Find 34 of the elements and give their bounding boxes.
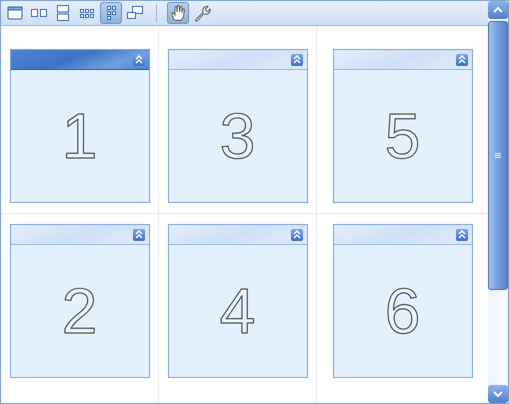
double-chevron-up-icon xyxy=(134,230,142,239)
panel-number: 2 xyxy=(62,279,98,343)
scroll-up-button[interactable] xyxy=(488,1,508,19)
panel-header[interactable] xyxy=(168,225,306,245)
collapse-button[interactable] xyxy=(290,228,302,240)
vertical-scrollbar[interactable] xyxy=(488,1,508,403)
collapse-button[interactable] xyxy=(290,54,302,66)
panel-number: 1 xyxy=(62,104,98,168)
grip-icon xyxy=(495,153,501,158)
panel-header[interactable] xyxy=(10,225,148,245)
collapse-button[interactable] xyxy=(456,54,468,66)
chevron-down-icon xyxy=(493,391,503,397)
collapse-button[interactable] xyxy=(132,54,144,66)
scroll-down-button[interactable] xyxy=(488,385,508,403)
double-chevron-up-icon xyxy=(292,55,300,64)
double-chevron-up-icon xyxy=(292,230,300,239)
collapse-button[interactable] xyxy=(132,228,144,240)
tile-columns-button[interactable] xyxy=(100,2,122,24)
panel-number: 4 xyxy=(220,279,256,343)
panel-header[interactable] xyxy=(334,50,472,70)
double-chevron-up-icon xyxy=(458,230,466,239)
scroll-thumb[interactable] xyxy=(488,21,508,290)
panel-number: 3 xyxy=(220,104,256,168)
collapse-button[interactable] xyxy=(456,228,468,240)
wrench-icon xyxy=(192,3,212,23)
panel-header[interactable] xyxy=(10,50,148,70)
hand-button[interactable] xyxy=(167,2,189,24)
double-chevron-up-icon xyxy=(458,55,466,64)
double-chevron-up-icon xyxy=(134,55,142,64)
chevron-up-icon xyxy=(493,7,503,13)
panel-header[interactable] xyxy=(334,225,472,245)
panel-number: 6 xyxy=(384,279,420,343)
panel-header[interactable] xyxy=(168,50,306,70)
panel-number: 5 xyxy=(384,104,420,168)
